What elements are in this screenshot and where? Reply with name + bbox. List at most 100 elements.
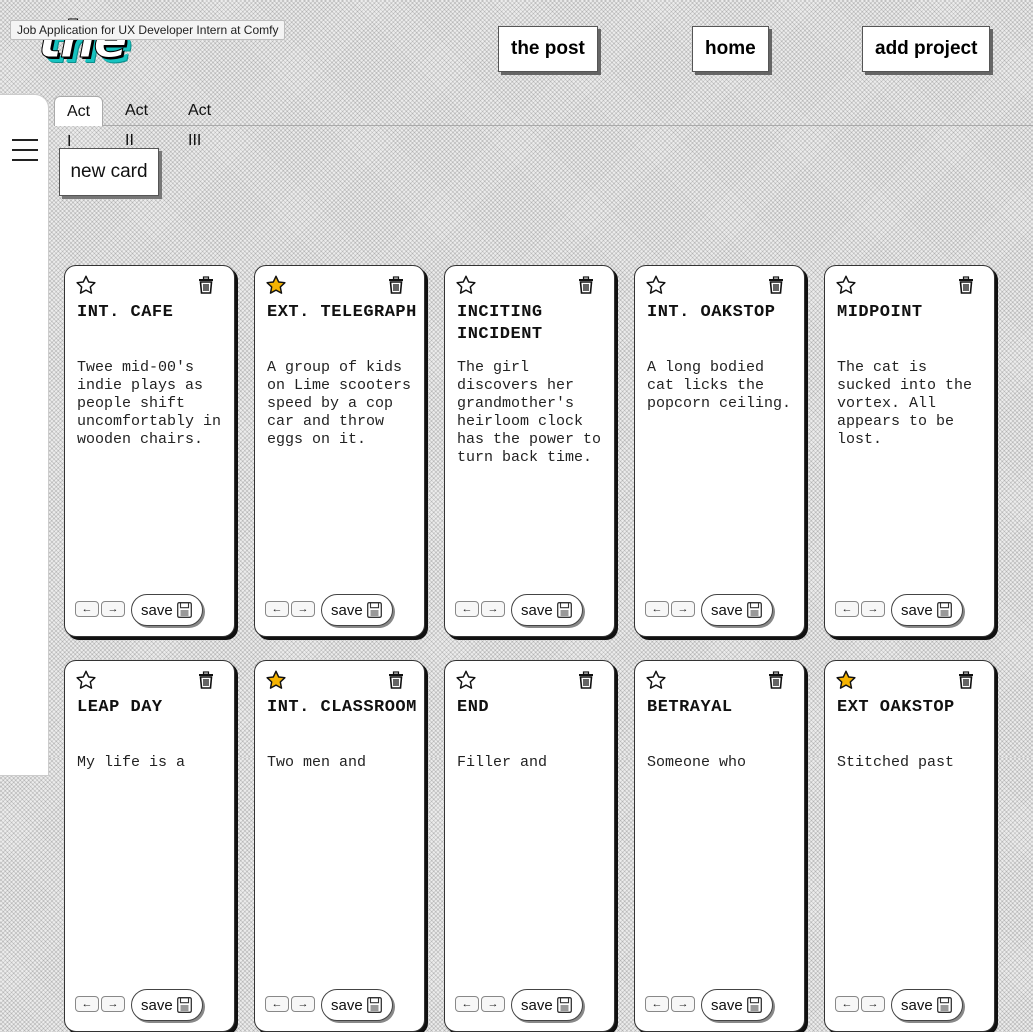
move-right-button[interactable]: → <box>481 601 505 617</box>
star-outline-icon[interactable] <box>75 669 97 691</box>
save-label: save <box>711 601 743 619</box>
trash-icon[interactable] <box>766 670 786 690</box>
save-label: save <box>141 601 173 619</box>
save-button[interactable]: save <box>321 594 393 626</box>
move-left-button[interactable]: ← <box>265 601 289 617</box>
card-title: MIDPOINT <box>837 303 923 322</box>
save-button[interactable]: save <box>701 594 773 626</box>
move-right-button[interactable]: → <box>291 996 315 1012</box>
card-body: Twee mid-00's indie plays as people shif… <box>77 359 222 448</box>
move-right-button[interactable]: → <box>101 996 125 1012</box>
trash-icon[interactable] <box>576 275 596 295</box>
move-left-button[interactable]: ← <box>645 601 669 617</box>
add-project-button[interactable]: add project <box>862 26 991 72</box>
save-disk-icon <box>937 997 952 1013</box>
card-body: Stitched past <box>837 754 955 771</box>
card-body: The girl discovers her grandmother's hei… <box>457 359 602 466</box>
move-left-button[interactable]: ← <box>75 601 99 617</box>
save-disk-icon <box>937 602 952 618</box>
page-tooltip: Job Application for UX Developer Intern … <box>10 20 286 40</box>
card-title: INT. CAFE <box>77 303 174 322</box>
story-card[interactable]: MIDPOINT The cat is sucked into the vorte… <box>824 265 995 637</box>
star-outline-icon[interactable] <box>75 274 97 296</box>
card-body: My life is a <box>77 754 186 771</box>
hamburger-menu-icon[interactable] <box>12 139 38 161</box>
save-disk-icon <box>557 602 572 618</box>
move-left-button[interactable]: ← <box>645 996 669 1012</box>
tab-act-iii[interactable]: Act III <box>176 96 223 149</box>
card-body: A group of kids on Lime scooters speed b… <box>267 359 412 448</box>
card-title: LEAP DAY <box>77 698 163 717</box>
save-disk-icon <box>747 997 762 1013</box>
move-left-button[interactable]: ← <box>835 996 859 1012</box>
move-left-button[interactable]: ← <box>75 996 99 1012</box>
move-left-button[interactable]: ← <box>265 996 289 1012</box>
card-body: Two men and <box>267 754 367 771</box>
move-right-button[interactable]: → <box>671 996 695 1012</box>
star-filled-icon[interactable] <box>265 274 287 296</box>
save-label: save <box>521 601 553 619</box>
move-left-button[interactable]: ← <box>455 996 479 1012</box>
save-label: save <box>141 996 173 1014</box>
move-left-button[interactable]: ← <box>835 601 859 617</box>
move-right-button[interactable]: → <box>861 601 885 617</box>
tab-act-ii[interactable]: Act II <box>113 96 160 149</box>
card-body: The cat is sucked into the vortex. All a… <box>837 359 973 448</box>
story-card[interactable]: LEAP DAY My life is a ← → save <box>64 660 235 1032</box>
save-button[interactable]: save <box>131 989 203 1021</box>
star-outline-icon[interactable] <box>645 274 667 296</box>
card-body: Filler and <box>457 754 548 771</box>
move-right-button[interactable]: → <box>101 601 125 617</box>
trash-icon[interactable] <box>766 275 786 295</box>
trash-icon[interactable] <box>196 670 216 690</box>
story-card[interactable]: EXT OAKSTOP Stitched past ← → save <box>824 660 995 1032</box>
story-card[interactable]: INT. CLASSROOM Two men and ← → save <box>254 660 425 1032</box>
move-right-button[interactable]: → <box>291 601 315 617</box>
save-disk-icon <box>367 997 382 1013</box>
move-right-button[interactable]: → <box>481 996 505 1012</box>
story-card[interactable]: BETRAYAL Someone who ← → save <box>634 660 805 1032</box>
move-left-button[interactable]: ← <box>455 601 479 617</box>
trash-icon[interactable] <box>196 275 216 295</box>
star-filled-icon[interactable] <box>265 669 287 691</box>
star-filled-icon[interactable] <box>835 669 857 691</box>
card-title: INT. OAKSTOP <box>647 303 776 322</box>
star-outline-icon[interactable] <box>455 274 477 296</box>
save-button[interactable]: save <box>511 594 583 626</box>
app-logo: the scratchPost <box>38 11 128 70</box>
card-title: EXT. TELEGRAPH <box>267 303 417 322</box>
save-button[interactable]: save <box>131 594 203 626</box>
card-title: END <box>457 698 490 717</box>
trash-icon[interactable] <box>956 670 976 690</box>
save-button[interactable]: save <box>891 594 963 626</box>
home-button[interactable]: home <box>692 26 769 72</box>
story-card[interactable]: END Filler and ← → save <box>444 660 615 1032</box>
star-outline-icon[interactable] <box>455 669 477 691</box>
story-card[interactable]: INCITING INCIDENT The girl discovers her … <box>444 265 615 637</box>
save-button[interactable]: save <box>891 989 963 1021</box>
tab-act-i[interactable]: Act I <box>54 96 104 150</box>
the-post-button[interactable]: the post <box>498 26 598 72</box>
star-outline-icon[interactable] <box>835 274 857 296</box>
trash-icon[interactable] <box>576 670 596 690</box>
save-label: save <box>901 601 933 619</box>
save-label: save <box>331 601 363 619</box>
trash-icon[interactable] <box>386 275 406 295</box>
new-card-button[interactable]: new card <box>59 148 159 196</box>
save-button[interactable]: save <box>321 989 393 1021</box>
star-outline-icon[interactable] <box>645 669 667 691</box>
story-card[interactable]: INT. OAKSTOP A long bodied cat licks the … <box>634 265 805 637</box>
story-card[interactable]: EXT. TELEGRAPH A group of kids on Lime sc… <box>254 265 425 637</box>
save-button[interactable]: save <box>701 989 773 1021</box>
card-body: Someone who <box>647 754 747 771</box>
trash-icon[interactable] <box>386 670 406 690</box>
save-button[interactable]: save <box>511 989 583 1021</box>
card-title: BETRAYAL <box>647 698 733 717</box>
trash-icon[interactable] <box>956 275 976 295</box>
move-right-button[interactable]: → <box>671 601 695 617</box>
sidebar <box>0 94 49 776</box>
story-card[interactable]: INT. CAFE Twee mid-00's indie plays as pe… <box>64 265 235 637</box>
card-title: INT. CLASSROOM <box>267 698 417 717</box>
move-right-button[interactable]: → <box>861 996 885 1012</box>
save-label: save <box>901 996 933 1014</box>
